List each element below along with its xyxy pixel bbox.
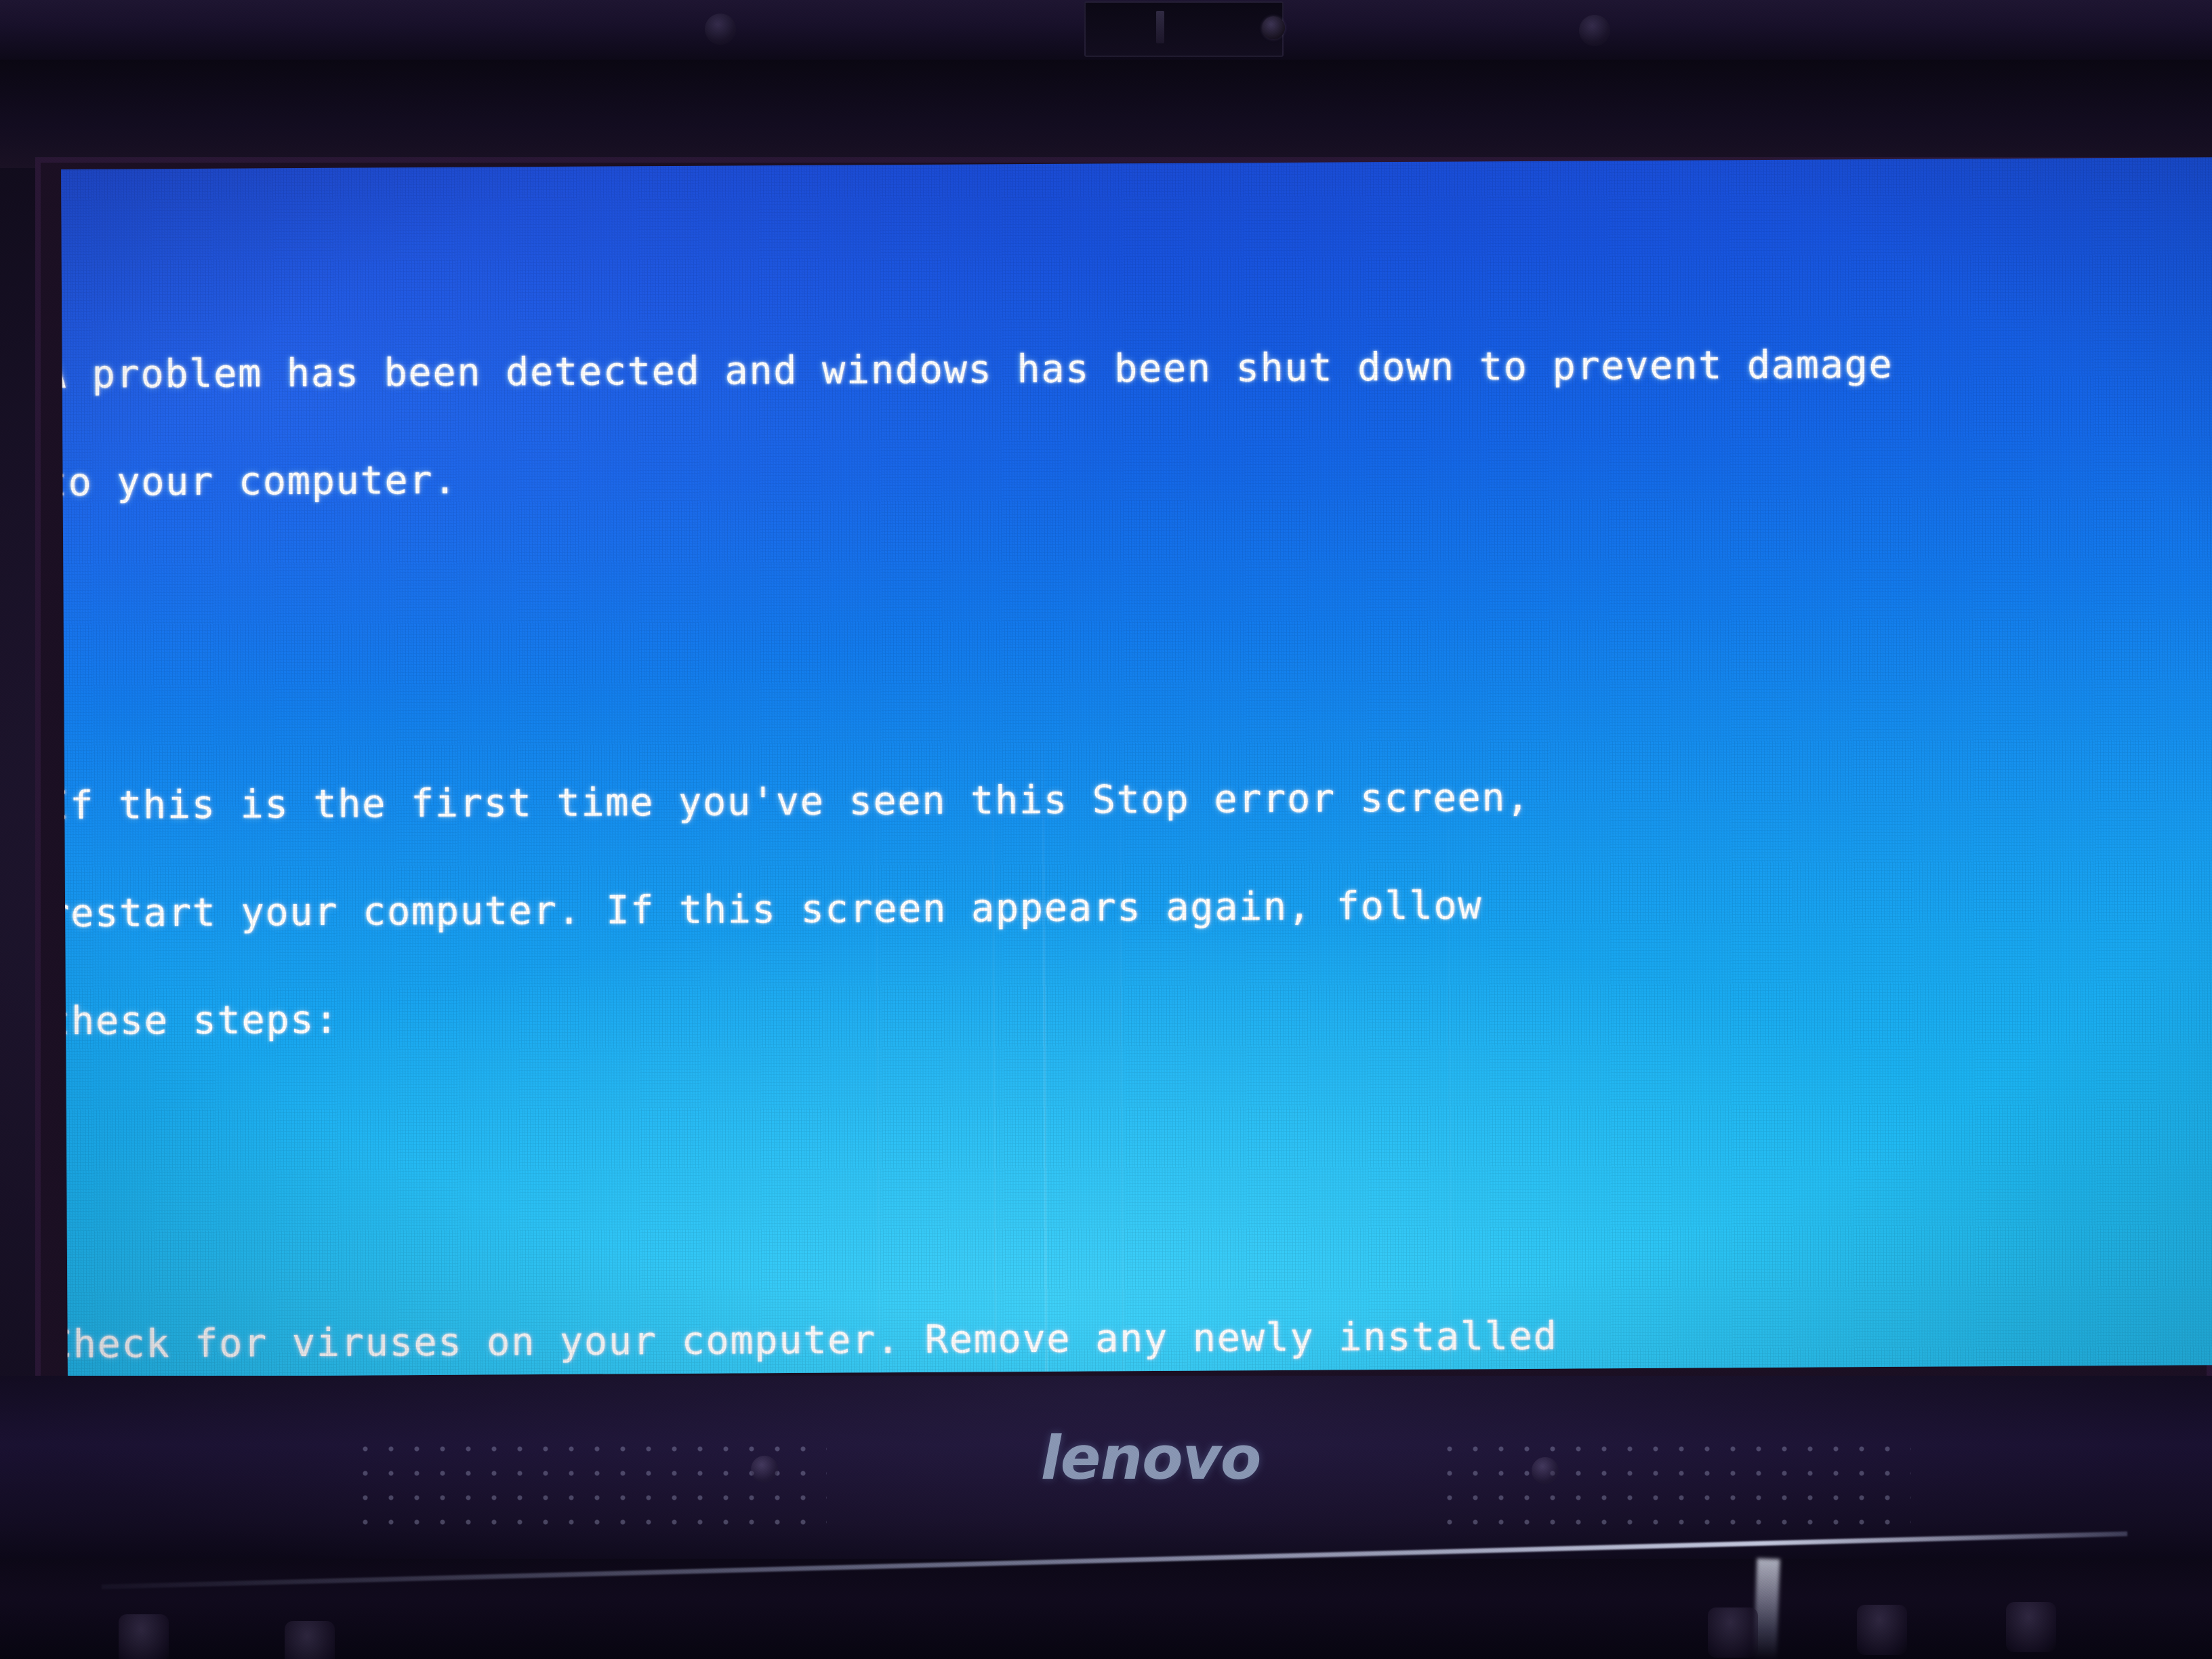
bsod-line: If this is the first time you've seen th… xyxy=(61,775,1531,829)
lenovo-logo: lenovo xyxy=(1040,1423,1262,1493)
bsod-message: A problem has been detected and windows … xyxy=(61,165,2212,1377)
screw-icon xyxy=(1579,15,1610,46)
bsod-line: these steps: xyxy=(61,997,340,1044)
microphone-icon xyxy=(1156,11,1164,43)
keyboard-key xyxy=(2006,1602,2056,1652)
bsod-line: A problem has been detected and windows … xyxy=(61,342,1893,398)
screw-icon xyxy=(751,1456,778,1483)
speaker-grille-icon xyxy=(352,1437,827,1538)
bsod-paragraph-steps: Check for viruses on your computer. Remo… xyxy=(61,1243,2212,1377)
speaker-grille-icon xyxy=(1437,1437,1911,1538)
top-bezel-shadow xyxy=(0,60,2212,168)
bsod-paragraph-first-time: If this is the first time you've seen th… xyxy=(61,704,2212,1111)
bsod-line: to your computer. xyxy=(61,457,458,506)
webcam-housing xyxy=(1084,1,1284,57)
bsod-line: restart your computer. If this screen ap… xyxy=(61,883,1483,937)
keyboard-key xyxy=(285,1621,335,1659)
bsod-line: Check for viruses on your computer. Remo… xyxy=(61,1313,1558,1368)
laptop-photo: A problem has been detected and windows … xyxy=(0,0,2212,1659)
screw-icon xyxy=(1532,1457,1559,1484)
keyboard-key xyxy=(119,1614,169,1659)
keyboard-key xyxy=(1857,1605,1907,1655)
webcam-icon xyxy=(1262,16,1285,39)
bsod-screen: A problem has been detected and windows … xyxy=(61,157,2212,1377)
keyboard-key xyxy=(1708,1607,1758,1658)
bsod-paragraph-intro: A problem has been detected and windows … xyxy=(61,273,2212,573)
screw-icon xyxy=(705,14,736,45)
